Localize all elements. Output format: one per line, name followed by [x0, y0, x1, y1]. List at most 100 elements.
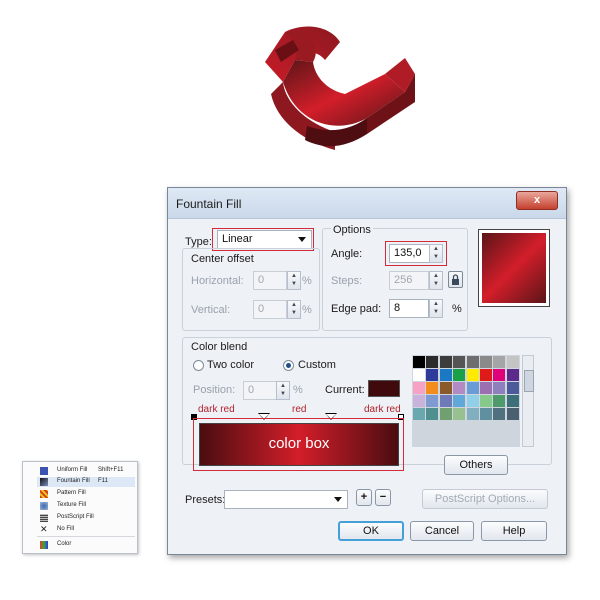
palette-swatch[interactable]: [453, 356, 466, 368]
vertical-input[interactable]: 0: [253, 300, 287, 319]
remove-preset-button[interactable]: −: [375, 489, 391, 506]
postscript-options-button[interactable]: PostScript Options...: [422, 489, 548, 509]
angle-highlight: [385, 241, 447, 266]
menu-shortcut: Shift+F11: [98, 467, 124, 473]
position-value: 0: [248, 384, 255, 396]
palette-swatch[interactable]: [413, 356, 425, 368]
palette-swatch[interactable]: [466, 382, 479, 394]
palette-swatch[interactable]: [493, 369, 506, 381]
horizontal-percent: %: [302, 275, 312, 287]
palette-scrollbar[interactable]: [522, 355, 534, 447]
postscript-fill-icon: [40, 514, 48, 522]
palette-swatch[interactable]: [426, 395, 439, 407]
menu-item-postscript-fill[interactable]: PostScript Fill: [37, 513, 135, 523]
two-color-radio[interactable]: [193, 360, 204, 371]
current-color-swatch[interactable]: [368, 380, 400, 397]
vertical-spinner[interactable]: ▲ ▼: [287, 300, 301, 319]
palette-swatch[interactable]: [493, 408, 506, 420]
steps-spinner[interactable]: ▲ ▼: [429, 271, 443, 290]
close-button[interactable]: x: [516, 191, 558, 210]
position-spinner[interactable]: ▲ ▼: [276, 381, 290, 400]
palette-swatch[interactable]: [453, 369, 466, 381]
fountain-fill-dialog: Fountain Fill x Type: Linear Center offs…: [167, 187, 567, 555]
menu-shortcut: F11: [98, 478, 108, 484]
center-offset-label: Center offset: [191, 253, 254, 265]
fountain-fill-icon: [40, 478, 48, 486]
menu-label: No Fill: [57, 526, 75, 532]
palette-swatch[interactable]: [479, 382, 492, 394]
two-color-label: Two color: [207, 359, 255, 371]
menu-item-color[interactable]: Color: [37, 540, 135, 550]
others-label: Others: [459, 459, 493, 471]
palette-scroll-thumb[interactable]: [524, 370, 534, 392]
palette-swatch[interactable]: [413, 408, 425, 420]
palette-swatch[interactable]: [466, 356, 479, 368]
fill-flyout-menu: Uniform Fill Shift+F11 Fountain Fill F11…: [22, 461, 138, 554]
palette-swatch[interactable]: [506, 382, 519, 394]
palette-swatch[interactable]: [453, 382, 466, 394]
palette-swatch[interactable]: [493, 395, 506, 407]
add-preset-button[interactable]: +: [356, 489, 372, 506]
presets-select[interactable]: [224, 490, 348, 509]
palette-swatch[interactable]: [453, 395, 466, 407]
palette-swatch[interactable]: [493, 356, 506, 368]
edge-pad-spinner[interactable]: ▲ ▼: [429, 299, 443, 318]
palette-swatch[interactable]: [439, 356, 452, 368]
cancel-label: Cancel: [424, 525, 460, 537]
fountain-filled-shape: [265, 26, 415, 150]
steps-label: Steps:: [331, 275, 363, 287]
palette-swatch[interactable]: [439, 408, 452, 420]
palette-swatch[interactable]: [426, 382, 439, 394]
palette-swatch[interactable]: [439, 369, 452, 381]
palette-swatch[interactable]: [506, 356, 519, 368]
edge-pad-input[interactable]: 8: [389, 299, 429, 318]
dialog-titlebar[interactable]: Fountain Fill x: [168, 188, 566, 219]
palette-swatch[interactable]: [479, 395, 492, 407]
menu-item-uniform-fill[interactable]: Uniform Fill Shift+F11: [37, 466, 135, 476]
horizontal-input[interactable]: 0: [253, 271, 287, 290]
palette-swatch[interactable]: [453, 408, 466, 420]
help-button[interactable]: Help: [481, 521, 547, 541]
lock-button[interactable]: [448, 271, 463, 288]
palette-swatch[interactable]: [439, 382, 452, 394]
fill-preview-swatch: [482, 233, 546, 303]
palette-swatch[interactable]: [426, 408, 439, 420]
palette-swatch[interactable]: [479, 369, 492, 381]
horizontal-spinner[interactable]: ▲ ▼: [287, 271, 301, 290]
palette-swatch[interactable]: [439, 395, 452, 407]
color-box[interactable]: color box: [199, 423, 399, 466]
palette-swatch[interactable]: [466, 369, 479, 381]
others-button[interactable]: Others: [444, 455, 508, 475]
palette-swatch[interactable]: [413, 382, 425, 394]
color-palette[interactable]: [412, 355, 520, 447]
menu-item-fountain-fill[interactable]: Fountain Fill F11: [37, 477, 135, 487]
minus-icon: −: [379, 491, 387, 503]
close-icon: x: [533, 194, 541, 206]
steps-input[interactable]: 256: [389, 271, 429, 290]
palette-swatch[interactable]: [466, 408, 479, 420]
cancel-button[interactable]: Cancel: [410, 521, 474, 541]
palette-swatch[interactable]: [493, 382, 506, 394]
menu-item-no-fill[interactable]: ✕ No Fill: [37, 525, 135, 535]
palette-swatch[interactable]: [506, 408, 519, 420]
palette-swatch[interactable]: [506, 395, 519, 407]
options-label: Options: [331, 224, 373, 236]
custom-label: Custom: [298, 359, 336, 371]
menu-item-texture-fill[interactable]: Texture Fill: [37, 501, 135, 511]
palette-swatch[interactable]: [426, 369, 439, 381]
palette-swatch[interactable]: [506, 369, 519, 381]
palette-swatch[interactable]: [479, 356, 492, 368]
menu-item-pattern-fill[interactable]: Pattern Fill: [37, 489, 135, 499]
ok-button[interactable]: OK: [338, 521, 404, 541]
position-percent: %: [293, 384, 303, 396]
palette-swatch[interactable]: [479, 408, 492, 420]
palette-swatch[interactable]: [466, 395, 479, 407]
menu-label: Pattern Fill: [57, 490, 86, 496]
custom-radio[interactable]: [283, 360, 294, 371]
palette-swatch[interactable]: [426, 356, 439, 368]
palette-swatch[interactable]: [413, 395, 425, 407]
palette-swatch[interactable]: [413, 369, 425, 381]
menu-label: Texture Fill: [57, 502, 87, 508]
position-input[interactable]: 0: [243, 381, 277, 400]
menu-label: Uniform Fill: [57, 467, 88, 473]
